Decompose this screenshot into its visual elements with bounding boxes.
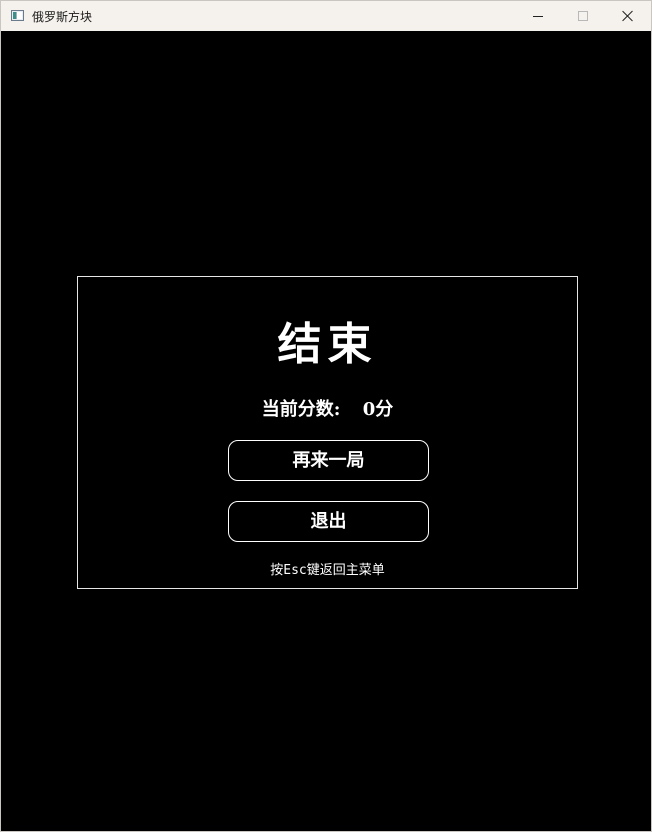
minimize-button[interactable] [515, 1, 561, 31]
close-icon [622, 10, 634, 22]
score-value: 0分 [362, 399, 394, 420]
score-display: 当前分数: 0分 [78, 395, 577, 421]
game-over-title: 结束 [277, 319, 378, 370]
minimize-icon [533, 15, 543, 17]
exit-button[interactable]: 退出 [228, 501, 429, 542]
score-label: 当前分数: [261, 399, 341, 420]
close-button[interactable] [605, 1, 651, 31]
restart-button[interactable]: 再来一局 [228, 440, 429, 481]
window-title: 俄罗斯方块 [32, 10, 93, 24]
app-window-icon [11, 10, 24, 21]
maximize-button[interactable] [560, 1, 606, 31]
title-bar[interactable]: 俄罗斯方块 [1, 1, 651, 31]
game-window: 俄罗斯方块 结束 当前分数: 0分 再来一局 退出 按Esc键返回主菜单 [0, 0, 652, 832]
maximize-icon [578, 11, 588, 21]
esc-hint: 按Esc键返回主菜单 [270, 563, 385, 578]
game-over-dialog: 结束 当前分数: 0分 再来一局 退出 按Esc键返回主菜单 [77, 276, 578, 589]
